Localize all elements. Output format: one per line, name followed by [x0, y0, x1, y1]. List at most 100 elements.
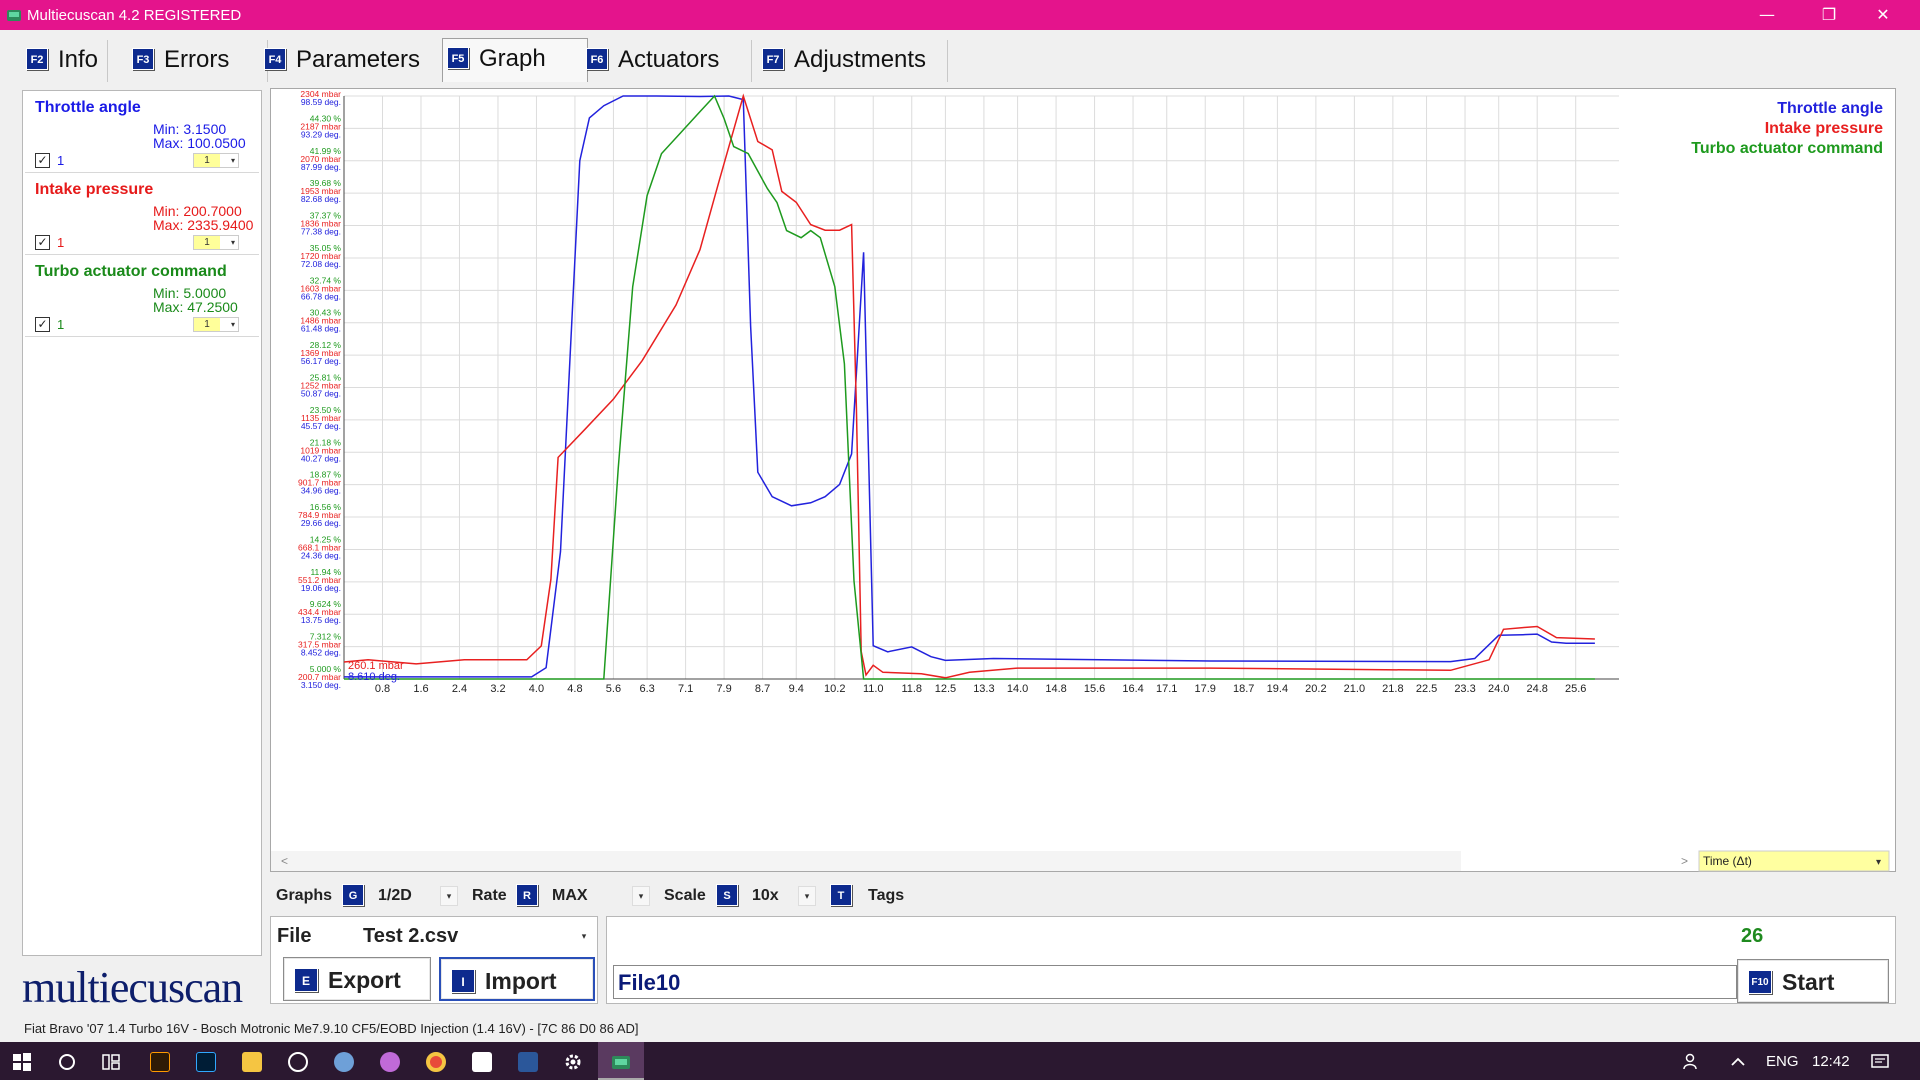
param-checkbox[interactable]: ✓	[35, 153, 50, 168]
chevron-down-icon: ▾	[230, 238, 235, 247]
series-line-throttle-angle	[344, 95, 1595, 678]
x-tick-label: 7.1	[678, 683, 693, 695]
chevron-down-icon: ▾	[230, 156, 235, 165]
y-tick-label: 34.96 deg.	[301, 486, 341, 496]
graph-canvas[interactable]: 46.61 %2304 mbar98.59 deg.44.30 %2187 mb…	[271, 89, 1897, 873]
scale-label: Scale	[664, 887, 706, 904]
status-panel: 26 File10 F10 Start	[606, 916, 1896, 1004]
x-tick-label: 21.0	[1344, 683, 1365, 695]
param-max: Max: 100.0500	[153, 135, 246, 151]
param-scale-select[interactable]: 1 ▾	[193, 153, 239, 168]
minimize-button[interactable]: —	[1744, 0, 1790, 30]
x-tick-label: 14.8	[1045, 683, 1066, 695]
tab-info[interactable]: F2 Info	[22, 40, 108, 82]
chrome-icon[interactable]	[426, 1052, 446, 1072]
graph-controls: Graphs G 1/2D ▾ Rate R MAX ▾ Scale S 10x…	[270, 880, 1896, 910]
file-explorer-icon[interactable]	[242, 1052, 262, 1072]
x-tick-label: 14.0	[1007, 683, 1028, 695]
scale-value[interactable]: 10x	[752, 887, 779, 905]
param-graph-number: 1	[57, 235, 65, 250]
tab-errors[interactable]: F3 Errors	[128, 40, 268, 82]
param-max: Max: 47.2500	[153, 299, 238, 315]
windows-start-icon[interactable]	[12, 1052, 32, 1072]
x-tick-label: 23.3	[1454, 683, 1475, 695]
param-name: Throttle angle	[35, 99, 141, 116]
x-tick-label: 6.3	[639, 683, 654, 695]
param-checkbox[interactable]: ✓	[35, 317, 50, 332]
y-tick-label: 93.29 deg.	[301, 129, 341, 139]
y-tick-label: 24.36 deg.	[301, 550, 341, 560]
tab-parameters[interactable]: F4 Parameters	[260, 40, 456, 82]
tab-adjustments[interactable]: F7 Adjustments	[758, 40, 948, 82]
notes-icon[interactable]	[472, 1052, 492, 1072]
param-scale-select[interactable]: 1 ▾	[193, 317, 239, 332]
graphs-value[interactable]: 1/2D	[378, 887, 412, 905]
rate-value[interactable]: MAX	[552, 887, 588, 905]
x-tick-label: 21.8	[1382, 683, 1403, 695]
legend-entry: Intake pressure	[1765, 120, 1883, 137]
timer-icon[interactable]	[288, 1052, 308, 1072]
graphs-key-badge: G	[342, 884, 364, 906]
x-tick-label: 17.9	[1195, 683, 1216, 695]
tab-graph[interactable]: F5 Graph	[442, 38, 588, 82]
search-icon[interactable]	[57, 1052, 77, 1072]
x-tick-label: 1.6	[413, 683, 428, 695]
start-button[interactable]: F10 Start	[1737, 959, 1889, 1003]
tab-actuators[interactable]: F6 Actuators	[582, 40, 752, 82]
export-button[interactable]: E Export	[283, 957, 431, 1001]
export-key-badge: E	[294, 968, 318, 992]
graphs-dropdown-button[interactable]: ▾	[440, 886, 458, 906]
x-tick-label: 24.8	[1526, 683, 1547, 695]
param-intake-pressure[interactable]: Intake pressure Min: 200.7000 Max: 2335.…	[25, 175, 259, 255]
export-label: Export	[328, 967, 401, 993]
y-tick-label: 82.68 deg.	[301, 194, 341, 204]
close-button[interactable]: ✕	[1860, 0, 1906, 30]
graph-area[interactable]: 46.61 %2304 mbar98.59 deg.44.30 %2187 mb…	[270, 88, 1896, 872]
graphs-label: Graphs	[276, 887, 333, 904]
param-scale-value: 1	[194, 236, 220, 249]
param-graph-number: 1	[57, 153, 65, 168]
illustrator-icon[interactable]	[150, 1052, 170, 1072]
y-tick-label: 8.452 deg.	[301, 648, 341, 658]
import-button[interactable]: I Import	[439, 957, 595, 1001]
scroll-left-button: <	[281, 854, 288, 868]
clock[interactable]: 12:42	[1812, 1053, 1850, 1070]
param-throttle-angle[interactable]: Throttle angle Min: 3.1500 Max: 100.0500…	[25, 93, 259, 173]
scale-dropdown-button[interactable]: ▾	[798, 886, 816, 906]
tab-key-badge: F3	[132, 48, 154, 70]
app-icon[interactable]	[334, 1052, 354, 1072]
file-select[interactable]: Test 2.csv	[363, 925, 458, 948]
param-scale-select[interactable]: 1 ▾	[193, 235, 239, 250]
x-tick-label: 2.4	[452, 683, 467, 695]
series-line-intake-pressure	[343, 93, 1595, 679]
gear-icon[interactable]	[563, 1052, 583, 1072]
language-indicator[interactable]: ENG	[1766, 1053, 1799, 1070]
x-tick-label: 4.8	[567, 683, 582, 695]
music-icon[interactable]	[380, 1052, 400, 1072]
tab-label: Adjustments	[794, 46, 927, 73]
y-tick-label: 50.87 deg.	[301, 389, 341, 399]
chevron-up-icon[interactable]	[1728, 1052, 1748, 1072]
chevron-down-icon[interactable]: ▾	[575, 925, 593, 947]
tags-button[interactable]: Tags	[868, 887, 904, 905]
notification-icon[interactable]	[1870, 1052, 1890, 1072]
file-name-field[interactable]: File10	[613, 965, 1737, 999]
task-view-icon[interactable]	[101, 1052, 121, 1072]
window-title: Multiecuscan 4.2 REGISTERED	[27, 7, 242, 24]
people-icon[interactable]	[1682, 1052, 1702, 1072]
photoshop-icon[interactable]	[196, 1052, 216, 1072]
x-tick-label: 22.5	[1416, 683, 1437, 695]
y-tick-label: 45.57 deg.	[301, 421, 341, 431]
tab-key-badge: F5	[447, 47, 469, 69]
rate-dropdown-button[interactable]: ▾	[632, 886, 650, 906]
param-max: Max: 2335.9400	[153, 217, 254, 233]
y-tick-label: 77.38 deg.	[301, 227, 341, 237]
x-tick-label: 16.4	[1122, 683, 1143, 695]
tab-label: Graph	[479, 45, 546, 72]
word-icon[interactable]	[518, 1052, 538, 1072]
taskbar-active-app[interactable]	[598, 1042, 644, 1080]
restore-button[interactable]: ❐	[1806, 0, 1852, 30]
parameter-panel: Throttle angle Min: 3.1500 Max: 100.0500…	[22, 90, 262, 956]
param-turbo-actuator-command[interactable]: Turbo actuator command Min: 5.0000 Max: …	[25, 257, 259, 337]
param-checkbox[interactable]: ✓	[35, 235, 50, 250]
